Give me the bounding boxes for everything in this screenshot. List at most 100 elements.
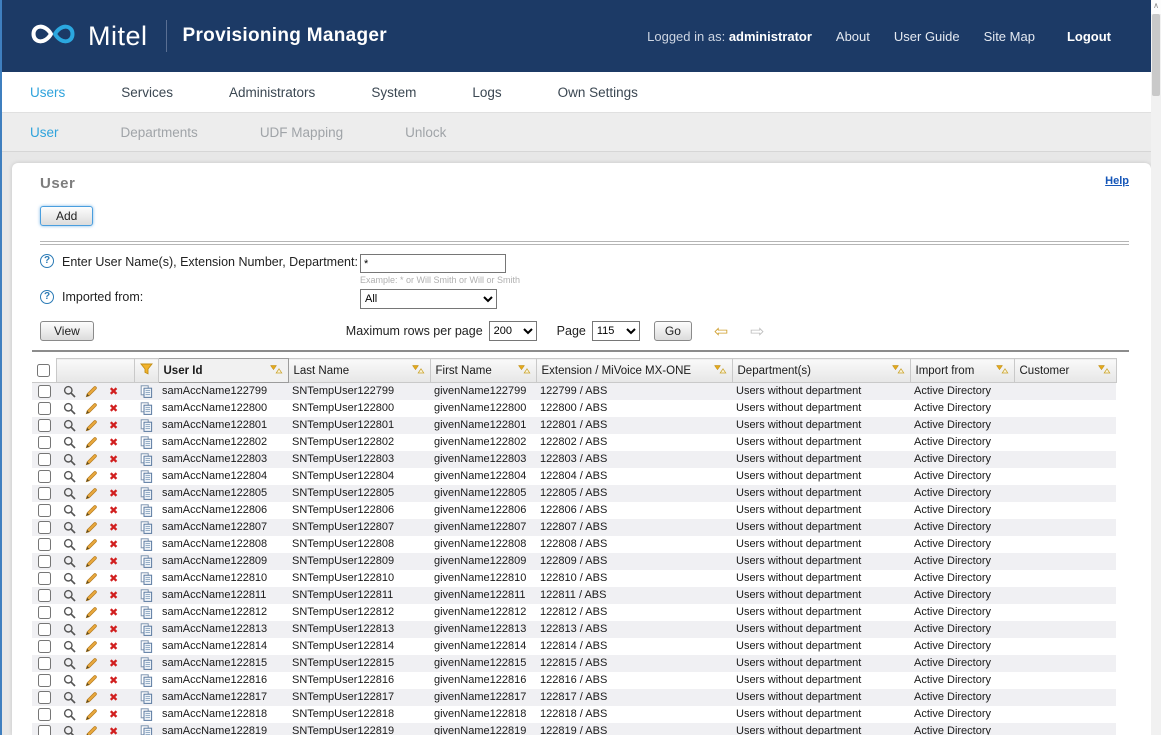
delete-icon[interactable]: ✖	[104, 385, 123, 398]
nav-item-users[interactable]: Users	[30, 85, 65, 100]
copy-icon[interactable]	[137, 487, 156, 500]
copy-icon[interactable]	[137, 470, 156, 483]
max-rows-select[interactable]: 200	[489, 321, 537, 341]
column-header-extension[interactable]: Extension / MiVoice MX-ONE	[536, 359, 732, 383]
delete-icon[interactable]: ✖	[104, 521, 123, 534]
delete-icon[interactable]: ✖	[104, 538, 123, 551]
edit-pencil-icon[interactable]	[82, 674, 101, 687]
page-select[interactable]: 115	[592, 321, 640, 341]
row-checkbox[interactable]	[38, 385, 51, 398]
select-all-checkbox[interactable]	[37, 364, 50, 377]
row-checkbox[interactable]	[38, 470, 51, 483]
view-details-icon[interactable]	[60, 487, 79, 500]
delete-icon[interactable]: ✖	[104, 453, 123, 466]
copy-icon[interactable]	[137, 606, 156, 619]
edit-pencil-icon[interactable]	[82, 623, 101, 636]
copy-icon[interactable]	[137, 657, 156, 670]
delete-icon[interactable]: ✖	[104, 436, 123, 449]
scrollbar-thumb[interactable]	[1152, 14, 1160, 96]
delete-icon[interactable]: ✖	[104, 589, 123, 602]
delete-icon[interactable]: ✖	[104, 555, 123, 568]
edit-pencil-icon[interactable]	[82, 453, 101, 466]
copy-icon[interactable]	[137, 419, 156, 432]
row-checkbox[interactable]	[38, 691, 51, 704]
row-checkbox[interactable]	[38, 402, 51, 415]
go-button[interactable]: Go	[654, 321, 692, 341]
edit-pencil-icon[interactable]	[82, 402, 101, 415]
column-header-import-from[interactable]: Import from	[910, 359, 1014, 383]
delete-icon[interactable]: ✖	[104, 674, 123, 687]
copy-icon[interactable]	[137, 589, 156, 602]
view-details-icon[interactable]	[60, 691, 79, 704]
delete-icon[interactable]: ✖	[104, 691, 123, 704]
copy-icon[interactable]	[137, 402, 156, 415]
edit-pencil-icon[interactable]	[82, 725, 101, 735]
copy-icon[interactable]	[137, 538, 156, 551]
delete-icon[interactable]: ✖	[104, 572, 123, 585]
row-checkbox[interactable]	[38, 453, 51, 466]
view-details-icon[interactable]	[60, 385, 79, 398]
delete-icon[interactable]: ✖	[104, 657, 123, 670]
view-details-icon[interactable]	[60, 504, 79, 517]
nav-item-services[interactable]: Services	[121, 85, 173, 100]
view-details-icon[interactable]	[60, 419, 79, 432]
user-guide-link[interactable]: User Guide	[894, 29, 960, 44]
delete-icon[interactable]: ✖	[104, 708, 123, 721]
row-checkbox[interactable]	[38, 487, 51, 500]
edit-pencil-icon[interactable]	[82, 691, 101, 704]
view-details-icon[interactable]	[60, 436, 79, 449]
edit-pencil-icon[interactable]	[82, 589, 101, 602]
delete-icon[interactable]: ✖	[104, 623, 123, 636]
row-checkbox[interactable]	[38, 725, 51, 735]
copy-icon[interactable]	[137, 708, 156, 721]
nav-item-administrators[interactable]: Administrators	[229, 85, 315, 100]
column-header-last-name[interactable]: Last Name	[288, 359, 430, 383]
previous-page-icon[interactable]: ⇦	[714, 323, 728, 340]
view-details-icon[interactable]	[60, 470, 79, 483]
edit-pencil-icon[interactable]	[82, 436, 101, 449]
view-button[interactable]: View	[40, 321, 94, 341]
nav-item-own-settings[interactable]: Own Settings	[558, 85, 638, 100]
filter-header[interactable]	[134, 359, 158, 383]
delete-icon[interactable]: ✖	[104, 402, 123, 415]
copy-icon[interactable]	[137, 640, 156, 653]
site-map-link[interactable]: Site Map	[984, 29, 1035, 44]
view-details-icon[interactable]	[60, 572, 79, 585]
nav-item-system[interactable]: System	[371, 85, 416, 100]
row-checkbox[interactable]	[38, 640, 51, 653]
help-link[interactable]: Help	[1105, 175, 1129, 187]
delete-icon[interactable]: ✖	[104, 725, 123, 735]
delete-icon[interactable]: ✖	[104, 640, 123, 653]
copy-icon[interactable]	[137, 725, 156, 735]
edit-pencil-icon[interactable]	[82, 640, 101, 653]
sort-icon[interactable]	[995, 363, 1009, 378]
edit-pencil-icon[interactable]	[82, 606, 101, 619]
edit-pencil-icon[interactable]	[82, 572, 101, 585]
view-details-icon[interactable]	[60, 589, 79, 602]
subnav-item-user[interactable]: User	[30, 125, 59, 140]
row-checkbox[interactable]	[38, 555, 51, 568]
row-checkbox[interactable]	[38, 504, 51, 517]
subnav-item-unlock[interactable]: Unlock	[405, 125, 446, 140]
add-button[interactable]: Add	[40, 206, 93, 226]
imported-from-select[interactable]: All	[360, 289, 497, 309]
row-checkbox[interactable]	[38, 623, 51, 636]
copy-icon[interactable]	[137, 691, 156, 704]
subnav-item-departments[interactable]: Departments	[121, 125, 198, 140]
sort-icon[interactable]	[411, 363, 425, 378]
sort-icon[interactable]	[517, 363, 531, 378]
delete-icon[interactable]: ✖	[104, 487, 123, 500]
view-details-icon[interactable]	[60, 725, 79, 735]
edit-pencil-icon[interactable]	[82, 385, 101, 398]
row-checkbox[interactable]	[38, 606, 51, 619]
row-checkbox[interactable]	[38, 589, 51, 602]
edit-pencil-icon[interactable]	[82, 657, 101, 670]
delete-icon[interactable]: ✖	[104, 470, 123, 483]
edit-pencil-icon[interactable]	[82, 521, 101, 534]
row-checkbox[interactable]	[38, 674, 51, 687]
edit-pencil-icon[interactable]	[82, 504, 101, 517]
delete-icon[interactable]: ✖	[104, 504, 123, 517]
view-details-icon[interactable]	[60, 640, 79, 653]
copy-icon[interactable]	[137, 521, 156, 534]
about-link[interactable]: About	[836, 29, 870, 44]
